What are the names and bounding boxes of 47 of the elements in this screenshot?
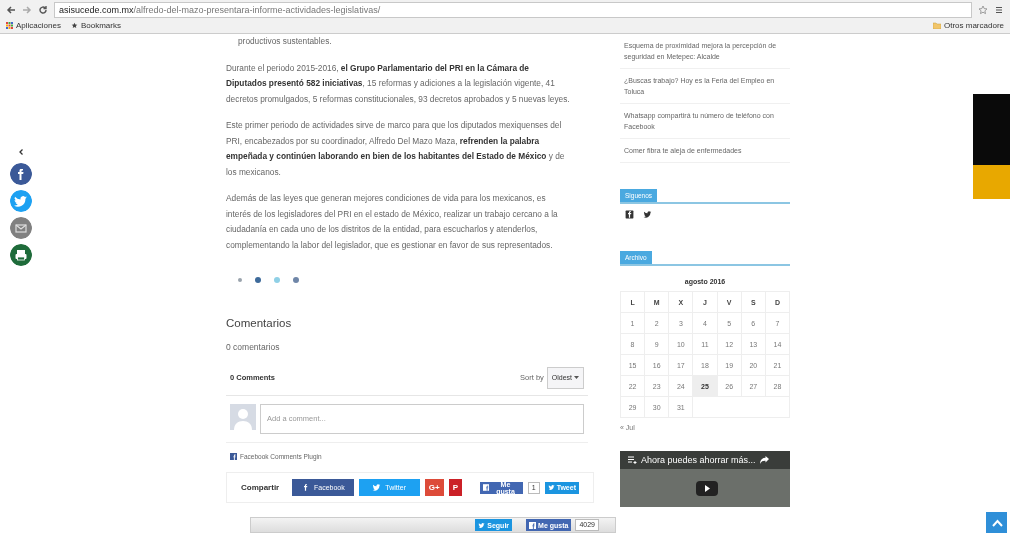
bookmark-link[interactable]: Aplicaciones <box>6 20 61 30</box>
facebook-icon <box>230 452 237 460</box>
play-icon[interactable] <box>696 481 718 496</box>
ad-placeholder[interactable] <box>973 94 1010 199</box>
twitter-icon[interactable] <box>643 210 652 219</box>
share-dot-icon[interactable] <box>274 277 280 283</box>
folder-icon <box>932 21 941 29</box>
share-label: Compartir <box>241 481 280 494</box>
chevron-left-icon[interactable] <box>17 148 25 156</box>
star-icon[interactable] <box>978 4 988 15</box>
article-paragraph: Este primer periodo de actividades sirve de marco para que los diputados mexiquenses del PRI, encabezados por su coordinador, Alfredo Del Mazo Maza, refrenden la palabra empeñada y continúen laborando en bien de los habitantes del Estado de México y de los mexicanos. <box>226 119 566 179</box>
facebook-icon[interactable] <box>625 210 634 219</box>
video-title: Ahora puedes ahorrar más... <box>641 455 756 465</box>
email-share-icon[interactable] <box>10 217 32 239</box>
article-paragraph: Durante el periodo 2015-2016, el Grupo Parlamentario del PRI en la Cámara de Diputados presentó 582 iniciativas, 15 reformas y adiciones a la legislación vigente, 41 decretos promulgados, 5 reformas constitucionales, 93 decretos aprobados y 5 nuevas leyes. <box>226 61 571 106</box>
twitter-icon <box>372 483 382 492</box>
facebook-icon <box>482 484 490 491</box>
facebook-icon <box>301 483 310 492</box>
share-arrow-icon[interactable] <box>759 456 769 464</box>
comments-heading: Comentarios <box>226 316 293 331</box>
caret-icon <box>574 376 579 380</box>
twitter-share-icon[interactable] <box>10 190 32 212</box>
scroll-to-top-button[interactable] <box>986 512 1007 533</box>
video-player[interactable]: Ahora puedes ahorrar más... <box>620 451 790 507</box>
chevron-up-icon <box>992 519 1003 527</box>
playlist-icon <box>628 456 637 464</box>
gplus-share-button[interactable]: G+ <box>424 479 444 496</box>
article-paragraph: productivos sustentables. <box>237 35 333 48</box>
facebook-icon <box>529 521 537 529</box>
reload-icon[interactable] <box>38 4 48 15</box>
facebook-share-icon[interactable] <box>10 163 32 185</box>
pinterest-share-button[interactable]: P <box>448 479 463 496</box>
share-dot-icon[interactable] <box>238 278 242 282</box>
star-icon <box>70 21 78 29</box>
comments-count: 0 comentarios <box>226 340 281 354</box>
twitter-icon <box>547 484 555 491</box>
other-bookmarks-link[interactable]: Otros marcadore <box>932 20 1004 30</box>
bookmark-link[interactable]: Bookmarks <box>70 20 121 30</box>
menu-icon[interactable] <box>994 4 1004 15</box>
share-dot-icon[interactable] <box>255 277 261 283</box>
address-bar[interactable]: asisucede.com.mx/alfredo-del-mazo-presentara-informe-actividades-legislativas/ <box>54 1 972 18</box>
article-paragraph: Además de las leyes que generan mejores condiciones de vida para los mexicanos, es interés de los legisladores del PRI en el estado de México, realizar un trabajo cercano a la ciudadanía en cada uno de los distritos de la entidad, para escucharlos y atenderlos, complementando la labor del legislador, que es gestionar en favor de sus representados. <box>226 192 559 252</box>
back-icon[interactable] <box>6 4 16 15</box>
share-dot-icon[interactable] <box>293 277 299 283</box>
twitter-icon <box>478 521 486 529</box>
print-share-icon[interactable] <box>10 244 32 266</box>
apps-grid-icon <box>6 21 13 29</box>
